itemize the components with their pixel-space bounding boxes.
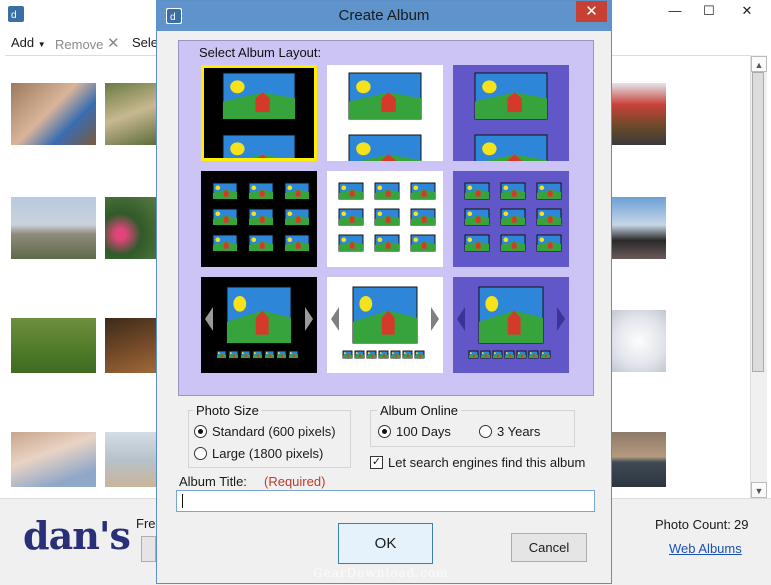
photo-thumbnail[interactable] bbox=[105, 318, 157, 373]
layout-preview-icon bbox=[453, 277, 569, 373]
layout-option-slideshow[interactable] bbox=[453, 277, 569, 373]
3-years-label[interactable]: 3 Years bbox=[497, 424, 540, 439]
layout-option-single[interactable] bbox=[201, 65, 317, 161]
layout-section-label: Select Album Layout: bbox=[199, 45, 322, 60]
remove-label: Remove bbox=[55, 37, 104, 52]
photo-thumbnail[interactable] bbox=[612, 310, 666, 372]
photo-count-label: Photo Count: bbox=[655, 517, 731, 532]
photo-thumbnail[interactable] bbox=[612, 83, 666, 145]
album-layout-panel: Select Album Layout: bbox=[178, 40, 594, 396]
layout-option-slideshow[interactable] bbox=[201, 277, 317, 373]
text-cursor bbox=[182, 494, 183, 508]
create-album-dialog: d Create Album ✕ Select Album Layout: Ph… bbox=[156, 0, 612, 584]
photo-thumbnail[interactable] bbox=[105, 197, 157, 259]
large-size-radio[interactable] bbox=[194, 447, 207, 460]
layout-option-grid[interactable] bbox=[453, 171, 569, 267]
layout-preview-icon bbox=[201, 277, 317, 373]
chevron-down-icon: ▼ bbox=[37, 40, 46, 49]
select-button[interactable]: Sele bbox=[132, 35, 158, 50]
watermark: GearDownload.com bbox=[313, 566, 449, 580]
required-indicator: (Required) bbox=[264, 474, 326, 489]
photo-thumbnail[interactable] bbox=[105, 432, 157, 487]
photo-count-value: 29 bbox=[734, 517, 749, 532]
album-title-input[interactable] bbox=[176, 490, 595, 512]
search-engines-label[interactable]: Let search engines find this album bbox=[388, 455, 585, 470]
photo-thumbnail[interactable] bbox=[11, 318, 96, 373]
100-days-radio[interactable] bbox=[378, 425, 391, 438]
search-engines-checkbox[interactable]: ✓ bbox=[370, 456, 383, 469]
scroll-up-icon[interactable]: ▲ bbox=[751, 56, 767, 72]
layout-option-grid[interactable] bbox=[201, 171, 317, 267]
free-label: Fre bbox=[136, 516, 156, 531]
photo-thumbnail[interactable] bbox=[105, 83, 157, 145]
layout-preview-icon bbox=[201, 65, 317, 161]
layout-preview-icon bbox=[327, 65, 443, 161]
dans-logo: dan's bbox=[23, 513, 131, 558]
album-online-label: Album Online bbox=[377, 403, 462, 418]
album-title-label: Album Title: bbox=[179, 474, 247, 489]
layout-preview-icon bbox=[327, 277, 443, 373]
dialog-title-bar[interactable]: d Create Album ✕ bbox=[157, 1, 611, 31]
dialog-title: Create Album bbox=[338, 7, 430, 24]
layout-preview-icon bbox=[327, 171, 443, 267]
layout-option-single[interactable] bbox=[327, 65, 443, 161]
standard-size-label[interactable]: Standard (600 pixels) bbox=[212, 424, 336, 439]
svg-text:d: d bbox=[11, 10, 17, 21]
remove-button[interactable]: Remove ✕ bbox=[55, 35, 120, 53]
layout-option-single[interactable] bbox=[453, 65, 569, 161]
dialog-close-button[interactable]: ✕ bbox=[576, 1, 607, 22]
large-size-label[interactable]: Large (1800 pixels) bbox=[212, 446, 323, 461]
window-close-button[interactable]: ✕ bbox=[727, 0, 767, 22]
photo-thumbnail[interactable] bbox=[11, 432, 96, 487]
100-days-label[interactable]: 100 Days bbox=[396, 424, 451, 439]
add-menu-button[interactable]: Add ▼ bbox=[11, 35, 46, 50]
layout-option-grid[interactable] bbox=[327, 171, 443, 267]
photo-thumbnail[interactable] bbox=[11, 197, 96, 259]
layout-preview-icon bbox=[453, 65, 569, 161]
maximize-button[interactable]: ☐ bbox=[689, 0, 729, 22]
web-albums-link[interactable]: Web Albums bbox=[669, 541, 742, 556]
add-label: Add bbox=[11, 35, 35, 50]
layout-preview-icon bbox=[453, 171, 569, 267]
app-logo-icon: d bbox=[8, 6, 24, 22]
scroll-down-icon[interactable]: ▼ bbox=[751, 482, 767, 498]
cancel-button[interactable]: Cancel bbox=[511, 533, 587, 562]
remove-x-icon: ✕ bbox=[107, 35, 120, 52]
photo-thumbnail[interactable] bbox=[11, 83, 96, 145]
photo-thumbnail[interactable] bbox=[612, 432, 666, 487]
partial-button[interactable] bbox=[141, 536, 156, 562]
3-years-radio[interactable] bbox=[479, 425, 492, 438]
layout-option-slideshow[interactable] bbox=[327, 277, 443, 373]
scrollbar-thumb[interactable] bbox=[752, 72, 764, 372]
photo-thumbnail[interactable] bbox=[612, 197, 666, 259]
photo-size-label: Photo Size bbox=[193, 403, 262, 418]
layout-preview-icon bbox=[201, 171, 317, 267]
standard-size-radio[interactable] bbox=[194, 425, 207, 438]
ok-button[interactable]: OK bbox=[338, 523, 433, 564]
